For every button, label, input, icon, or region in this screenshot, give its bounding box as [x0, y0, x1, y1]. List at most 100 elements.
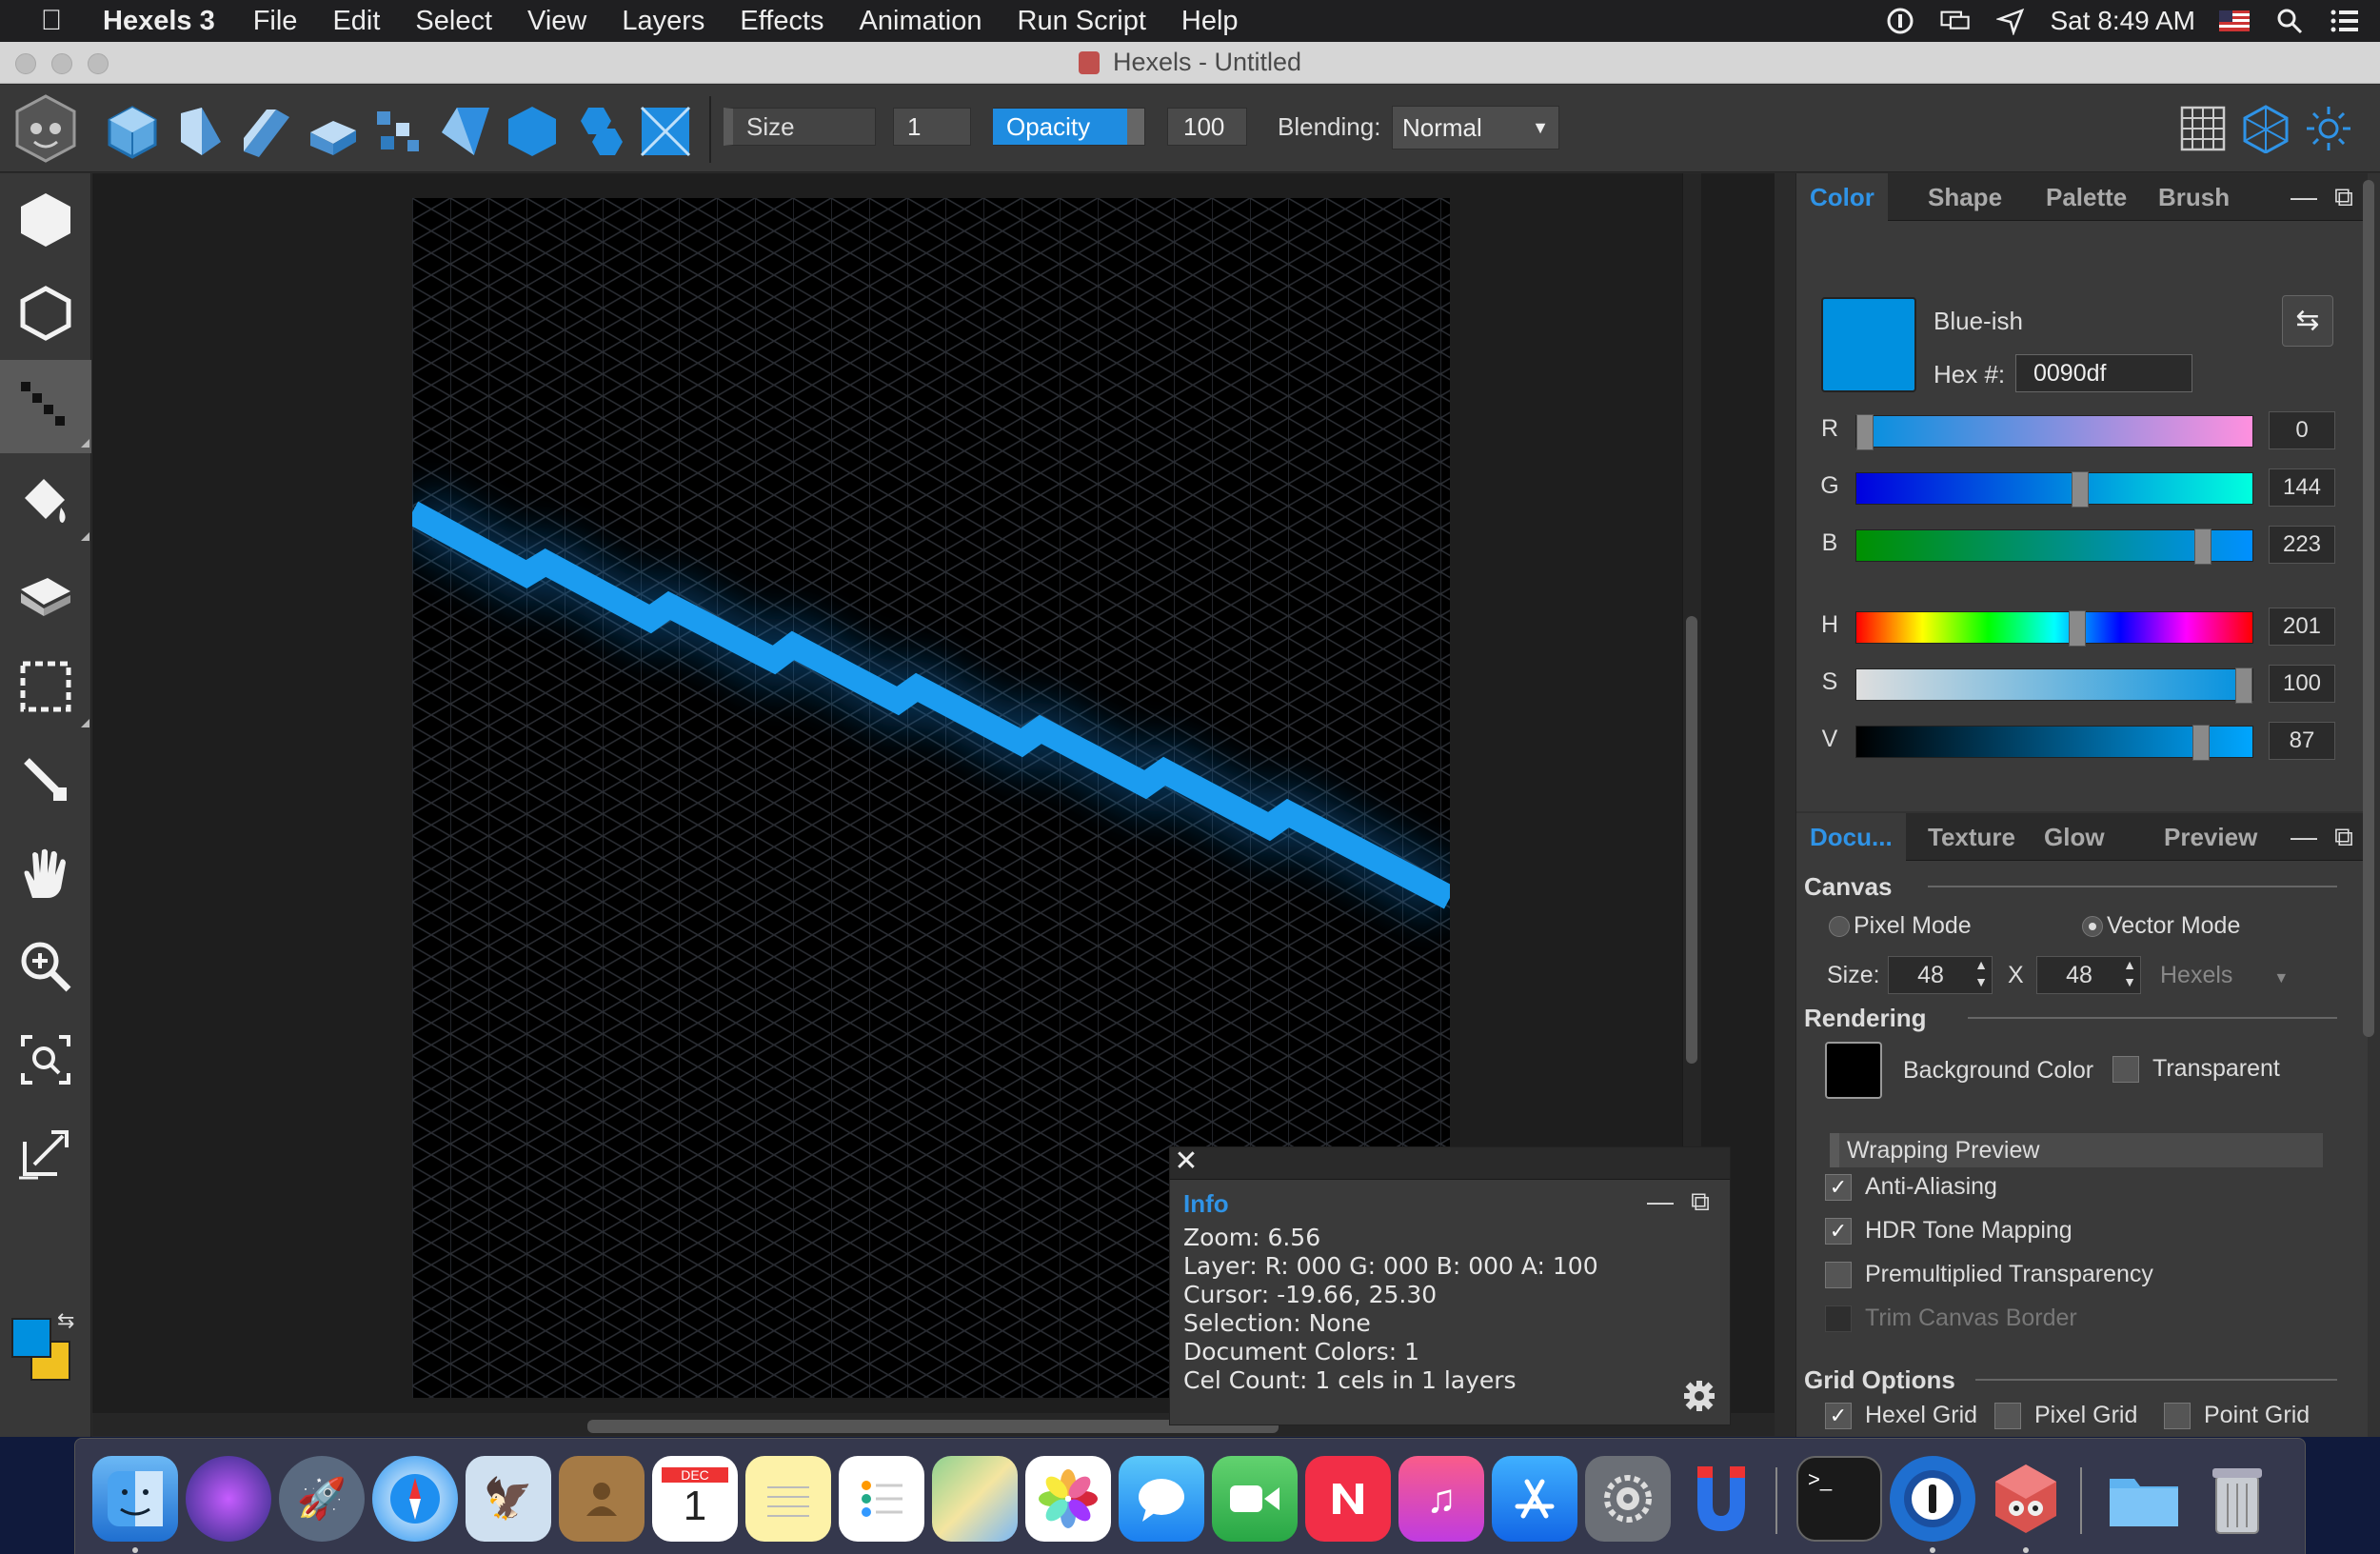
- minimize-window-button[interactable]: [51, 53, 72, 74]
- width-stepper-icon[interactable]: ▲ ▼: [1972, 956, 1991, 994]
- tab-palette[interactable]: Palette: [2033, 173, 2140, 221]
- calendar-icon[interactable]: DEC 1: [652, 1456, 738, 1542]
- facetime-icon[interactable]: [1212, 1456, 1298, 1542]
- zoom-tool[interactable]: [0, 920, 91, 1013]
- maps-icon[interactable]: [932, 1456, 1018, 1542]
- hexel-grid-checkbox[interactable]: ✓ Hexel Grid: [1825, 1402, 1977, 1429]
- terminal-icon[interactable]: >_: [1796, 1456, 1882, 1542]
- menu-app-name[interactable]: Hexels 3: [103, 6, 215, 37]
- menu-file[interactable]: File: [253, 6, 298, 37]
- radio-button-selected[interactable]: [2082, 915, 2103, 937]
- foreground-color-swatch[interactable]: [11, 1318, 51, 1358]
- slider-thumb[interactable]: [2235, 667, 2252, 704]
- checkbox[interactable]: [1994, 1402, 2021, 1429]
- minimize-panel-icon[interactable]: —: [2290, 823, 2318, 851]
- messages-icon[interactable]: [1119, 1456, 1204, 1542]
- half-cube-shape-icon[interactable]: [173, 104, 228, 159]
- hdr-tone-mapping-checkbox[interactable]: ✓ HDR Tone Mapping: [1825, 1217, 2073, 1245]
- transparent-checkbox[interactable]: Transparent: [2112, 1055, 2280, 1083]
- opacity-input[interactable]: 100: [1167, 108, 1247, 146]
- iso-grid-icon[interactable]: [2241, 104, 2291, 153]
- siri-icon[interactable]: [186, 1456, 271, 1542]
- us-flag-icon[interactable]: [2218, 7, 2251, 35]
- size-label[interactable]: Size: [724, 108, 876, 146]
- unit-select[interactable]: Hexels ▼: [2160, 962, 2289, 989]
- wedge-shape-icon[interactable]: [238, 104, 293, 159]
- onepassword-status-icon[interactable]: [1884, 7, 1916, 35]
- slider-thumb[interactable]: [2192, 725, 2210, 761]
- display-mirroring-icon[interactable]: [1939, 7, 1972, 35]
- tab-brush[interactable]: Brush: [2145, 173, 2243, 221]
- menu-select[interactable]: Select: [415, 6, 492, 37]
- zoom-window-button[interactable]: [88, 53, 109, 74]
- photos-icon[interactable]: [1025, 1456, 1111, 1542]
- green-slider[interactable]: [1855, 471, 2253, 508]
- menu-view[interactable]: View: [527, 6, 586, 37]
- tab-texture[interactable]: Texture: [1914, 813, 2029, 861]
- detach-panel-icon[interactable]: ⧉: [2330, 183, 2358, 211]
- scatter-cubes-shape-icon[interactable]: [371, 104, 426, 159]
- opacity-slider-knob[interactable]: [1127, 109, 1144, 145]
- hexel-cube-shape-icon[interactable]: [105, 104, 160, 159]
- hexels-logo-icon[interactable]: [11, 92, 80, 165]
- minimize-panel-icon[interactable]: —: [1646, 1187, 1675, 1216]
- detach-panel-icon[interactable]: ⧉: [2330, 823, 2358, 851]
- tab-glow[interactable]: Glow: [2031, 813, 2118, 861]
- hexagon-draw-tool[interactable]: [0, 173, 91, 267]
- blending-select[interactable]: Normal ▼: [1392, 106, 1559, 149]
- menu-run-script[interactable]: Run Script: [1018, 6, 1146, 37]
- notes-icon[interactable]: [745, 1456, 831, 1542]
- menu-help[interactable]: Help: [1181, 6, 1239, 37]
- music-icon[interactable]: ♫: [1398, 1456, 1484, 1542]
- minimize-panel-icon[interactable]: —: [2290, 183, 2318, 211]
- menubar-clock[interactable]: Sat 8:49 AM: [2050, 6, 2195, 36]
- menu-effects[interactable]: Effects: [740, 6, 823, 37]
- safari-icon[interactable]: [372, 1456, 458, 1542]
- tab-shape[interactable]: Shape: [1914, 173, 2015, 221]
- slider-thumb[interactable]: [1856, 414, 1874, 450]
- red-slider[interactable]: [1855, 414, 2253, 450]
- slider-thumb[interactable]: [2072, 471, 2090, 508]
- scrollbar-thumb[interactable]: [2363, 180, 2374, 1037]
- hex-input[interactable]: 0090df: [2015, 354, 2192, 392]
- anti-aliasing-checkbox[interactable]: ✓ Anti-Aliasing: [1825, 1173, 1997, 1201]
- blue-slider[interactable]: [1855, 528, 2253, 565]
- reminders-icon[interactable]: [839, 1456, 924, 1542]
- info-panel-titlebar[interactable]: ✕: [1170, 1146, 1730, 1180]
- trixel-pair-shape-icon[interactable]: [571, 104, 626, 159]
- marquee-select-tool[interactable]: [0, 640, 91, 733]
- height-stepper-icon[interactable]: ▲ ▼: [2120, 956, 2139, 994]
- downloads-folder-icon[interactable]: [2101, 1456, 2187, 1542]
- scrollbar-thumb[interactable]: [1686, 616, 1697, 1064]
- magnet-icon[interactable]: [1678, 1456, 1764, 1542]
- mail-stamp-icon[interactable]: 🦅: [466, 1456, 551, 1542]
- gear-icon[interactable]: [1682, 1379, 1716, 1413]
- onepassword-icon[interactable]: [1890, 1456, 1975, 1542]
- transform-tool[interactable]: [0, 1106, 91, 1200]
- swap-colors-icon[interactable]: ⇆: [57, 1308, 74, 1333]
- red-value[interactable]: 0: [2269, 411, 2335, 449]
- outline-tool[interactable]: [0, 267, 91, 360]
- background-color-swatch[interactable]: [1825, 1042, 1882, 1099]
- slider-thumb[interactable]: [2194, 528, 2211, 565]
- diamond-shape-icon[interactable]: [438, 104, 493, 159]
- zoom-fit-tool[interactable]: [0, 1013, 91, 1106]
- hexels-app-icon[interactable]: [1983, 1456, 2069, 1542]
- notification-center-icon[interactable]: [2329, 7, 2361, 35]
- line-tool[interactable]: [0, 360, 91, 453]
- menu-animation[interactable]: Animation: [860, 6, 982, 37]
- point-grid-checkbox[interactable]: Point Grid: [2164, 1402, 2310, 1429]
- tab-preview[interactable]: Preview: [2151, 813, 2271, 861]
- hue-slider[interactable]: [1855, 610, 2253, 647]
- send-location-icon[interactable]: [1994, 7, 2027, 35]
- spotlight-search-icon[interactable]: [2273, 7, 2306, 35]
- swap-color-button[interactable]: ⇆: [2282, 295, 2333, 347]
- tab-document[interactable]: Docu...: [1796, 813, 1906, 861]
- hue-value[interactable]: 201: [2269, 608, 2335, 646]
- checkbox[interactable]: [1825, 1261, 1852, 1288]
- wrapping-preview-button[interactable]: Wrapping Preview: [1830, 1133, 2323, 1167]
- news-icon[interactable]: [1305, 1456, 1391, 1542]
- saturation-value[interactable]: 100: [2269, 665, 2335, 703]
- green-value[interactable]: 144: [2269, 468, 2335, 507]
- menu-edit[interactable]: Edit: [332, 6, 380, 37]
